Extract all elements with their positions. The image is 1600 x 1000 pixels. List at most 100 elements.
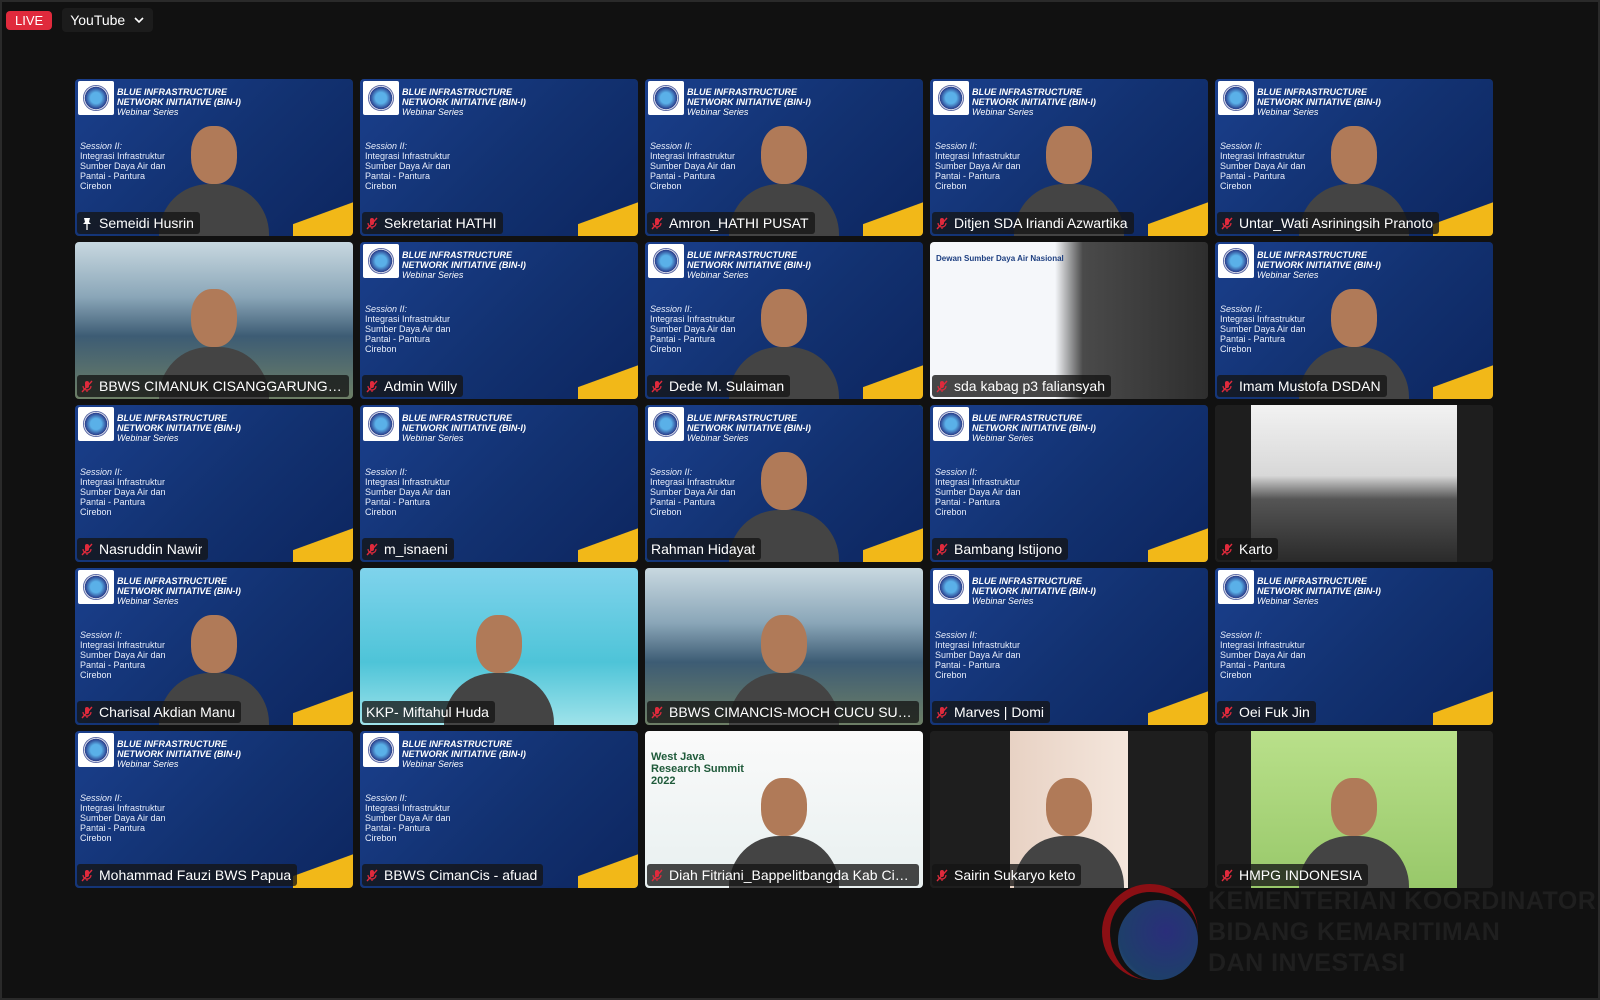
slide-line: Cirebon	[365, 181, 397, 191]
slide-line: Pantai - Pantura	[80, 660, 146, 670]
slide-line: Pantai - Pantura	[365, 823, 431, 833]
slide-subtitle: Webinar Series	[1257, 596, 1319, 606]
slide-session: Session II:	[650, 141, 693, 151]
slide-line: Pantai - Pantura	[935, 660, 1001, 670]
participant-tile[interactable]: BLUE INFRASTRUCTURE NETWORK INITIATIVE (…	[1215, 242, 1493, 399]
hathi-logo	[363, 81, 399, 115]
participant-tile[interactable]: BLUE INFRASTRUCTURE NETWORK INITIATIVE (…	[360, 405, 638, 562]
participant-tile[interactable]: BLUE INFRASTRUCTURE NETWORK INITIATIVE (…	[645, 405, 923, 562]
slide-session: Session II:	[650, 304, 693, 314]
participant-tile[interactable]: Dewan Sumber Daya Air Nasional sda kabag …	[930, 242, 1208, 399]
participant-tile[interactable]: Karto	[1215, 405, 1493, 562]
slide-subtitle: Webinar Series	[972, 596, 1034, 606]
slide-line: Pantai - Pantura	[650, 171, 716, 181]
hathi-logo	[78, 733, 114, 767]
participant-tile[interactable]: BBWS CIMANUK CISANGGARUNG - IS...	[75, 242, 353, 399]
slide-title: BLUE INFRASTRUCTURE NETWORK INITIATIVE (…	[972, 576, 1096, 596]
participant-tile[interactable]: BLUE INFRASTRUCTURE NETWORK INITIATIVE (…	[75, 731, 353, 888]
slide-title: BLUE INFRASTRUCTURE NETWORK INITIATIVE (…	[117, 87, 241, 107]
slide-title: BLUE INFRASTRUCTURE NETWORK INITIATIVE (…	[402, 413, 526, 433]
participant-name: Sairin Sukaryo keto	[954, 867, 1076, 883]
slide-session: Session II:	[935, 141, 978, 151]
slide-line: Sumber Daya Air dan	[935, 161, 1021, 171]
participant-name: Untar_Wati Asriningsih Pranoto	[1239, 215, 1434, 231]
slide-subtitle: Webinar Series	[402, 107, 464, 117]
mic-muted-icon	[1221, 217, 1233, 229]
participant-name: Sekretariat HATHI	[384, 215, 497, 231]
participant-tile[interactable]: Sairin Sukaryo keto	[930, 731, 1208, 888]
slide-line: Integrasi Infrastruktur	[935, 151, 1021, 161]
participant-tile[interactable]: BLUE INFRASTRUCTURE NETWORK INITIATIVE (…	[1215, 79, 1493, 236]
slide-line: Pantai - Pantura	[365, 171, 431, 181]
slide-title: BLUE INFRASTRUCTURE NETWORK INITIATIVE (…	[687, 413, 811, 433]
participant-tile[interactable]: BLUE INFRASTRUCTURE NETWORK INITIATIVE (…	[930, 568, 1208, 725]
slide-line: Cirebon	[935, 181, 967, 191]
slide-line: Sumber Daya Air dan	[365, 324, 451, 334]
participant-tile[interactable]: BLUE INFRASTRUCTURE NETWORK INITIATIVE (…	[360, 731, 638, 888]
slide-line: Integrasi Infrastruktur	[650, 314, 736, 324]
mic-muted-icon	[936, 706, 948, 718]
slide-line: Integrasi Infrastruktur	[80, 803, 166, 813]
participant-name: m_isnaeni	[384, 541, 448, 557]
participant-tile[interactable]: West Java Research Summit 2022 Diah Fitri…	[645, 731, 923, 888]
slide-line: Integrasi Infrastruktur	[935, 477, 1021, 487]
participant-name: BBWS CIMANUK CISANGGARUNG - IS...	[99, 378, 343, 394]
slide-line: Sumber Daya Air dan	[80, 813, 166, 823]
participant-name-label: KKP- Miftahul Huda	[362, 701, 495, 723]
hathi-logo	[648, 407, 684, 441]
slide-line: Cirebon	[365, 833, 397, 843]
hathi-logo	[363, 407, 399, 441]
slide-line: Cirebon	[80, 181, 112, 191]
mic-muted-icon	[81, 543, 93, 555]
slide-line: Integrasi Infrastruktur	[365, 803, 451, 813]
participant-tile[interactable]: BLUE INFRASTRUCTURE NETWORK INITIATIVE (…	[75, 568, 353, 725]
hathi-logo	[933, 570, 969, 604]
slide-line: Cirebon	[1220, 670, 1252, 680]
slide-line: Sumber Daya Air dan	[80, 161, 166, 171]
slide-line: Sumber Daya Air dan	[80, 487, 166, 497]
slide-line: Integrasi Infrastruktur	[1220, 151, 1306, 161]
participant-tile[interactable]: BLUE INFRASTRUCTURE NETWORK INITIATIVE (…	[645, 242, 923, 399]
slide-title: BLUE INFRASTRUCTURE NETWORK INITIATIVE (…	[1257, 576, 1381, 596]
participant-name-label: Dede M. Sulaiman	[647, 375, 791, 397]
participant-tile[interactable]: BLUE INFRASTRUCTURE NETWORK INITIATIVE (…	[360, 79, 638, 236]
participant-name-label: sda kabag p3 faliansyah	[932, 375, 1111, 397]
participant-name-label: Diah Fitriani_Bappelitbangda Kab Cire...	[647, 864, 919, 886]
participant-tile[interactable]: BLUE INFRASTRUCTURE NETWORK INITIATIVE (…	[930, 405, 1208, 562]
slide-title: BLUE INFRASTRUCTURE NETWORK INITIATIVE (…	[402, 87, 526, 107]
slide-subtitle: Webinar Series	[402, 759, 464, 769]
slide-session: Session II:	[80, 467, 123, 477]
participant-tile[interactable]: BLUE INFRASTRUCTURE NETWORK INITIATIVE (…	[930, 79, 1208, 236]
participant-name-label: BBWS CIMANCIS-MOCH CUCU SUDIAN	[647, 701, 919, 723]
mic-muted-icon	[81, 706, 93, 718]
mic-muted-icon	[936, 380, 948, 392]
participant-tile[interactable]: BLUE INFRASTRUCTURE NETWORK INITIATIVE (…	[645, 79, 923, 236]
slide-line: Integrasi Infrastruktur	[365, 151, 451, 161]
slide-line: Sumber Daya Air dan	[365, 487, 451, 497]
slide-line: Sumber Daya Air dan	[935, 487, 1021, 497]
participant-tile[interactable]: BLUE INFRASTRUCTURE NETWORK INITIATIVE (…	[360, 242, 638, 399]
mic-muted-icon	[936, 543, 948, 555]
participant-tile[interactable]: HMPG INDONESIA	[1215, 731, 1493, 888]
slide-title: BLUE INFRASTRUCTURE NETWORK INITIATIVE (…	[402, 739, 526, 759]
participant-tile[interactable]: KKP- Miftahul Huda	[360, 568, 638, 725]
participant-name-label: Oei Fuk Jin	[1217, 701, 1316, 723]
participant-tile[interactable]: BLUE INFRASTRUCTURE NETWORK INITIATIVE (…	[75, 405, 353, 562]
participant-tile[interactable]: BLUE INFRASTRUCTURE NETWORK INITIATIVE (…	[1215, 568, 1493, 725]
hathi-logo	[363, 244, 399, 278]
slide-line: Cirebon	[650, 181, 682, 191]
mic-muted-icon	[936, 217, 948, 229]
participant-name: Semeidi Husrin	[99, 215, 194, 231]
participant-name-label: Rahman Hidayat	[647, 538, 762, 560]
mic-muted-icon	[651, 217, 663, 229]
slide-line: Pantai - Pantura	[1220, 171, 1286, 181]
slide-title: BLUE INFRASTRUCTURE NETWORK INITIATIVE (…	[402, 250, 526, 270]
participant-tile[interactable]: BLUE INFRASTRUCTURE NETWORK INITIATIVE (…	[75, 79, 353, 236]
participant-name: Amron_HATHI PUSAT	[669, 215, 809, 231]
slide-line: Cirebon	[935, 670, 967, 680]
participant-tile[interactable]: BBWS CIMANCIS-MOCH CUCU SUDIAN	[645, 568, 923, 725]
slide-session: Session II:	[80, 793, 123, 803]
stream-target-dropdown[interactable]: YouTube	[62, 8, 154, 32]
hathi-logo	[78, 570, 114, 604]
mic-muted-icon	[651, 706, 663, 718]
